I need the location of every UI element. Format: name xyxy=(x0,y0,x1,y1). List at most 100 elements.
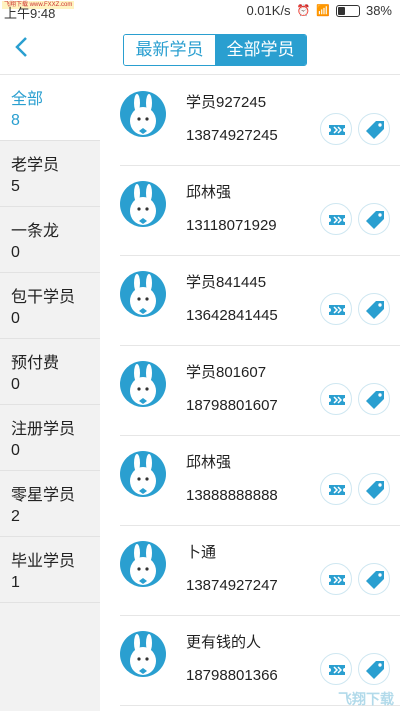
chevron-left-icon xyxy=(15,37,27,57)
sidebar-item-label: 老学员 xyxy=(11,157,60,174)
tab-latest-students[interactable]: 最新学员 xyxy=(124,35,215,65)
status-right: 0.01K/s ⏰ 📶 38% xyxy=(246,3,392,18)
download-site-watermark: 飞翔下载 xyxy=(338,691,394,707)
tag-button[interactable] xyxy=(358,563,390,595)
sidebar-item-registered[interactable]: 注册学员 0 xyxy=(0,405,100,471)
student-phone: 18798801366 xyxy=(186,667,278,684)
ticket-button[interactable] xyxy=(320,293,352,325)
alpaca-avatar-icon xyxy=(130,184,156,225)
student-phone: 13874927247 xyxy=(186,577,278,594)
avatar xyxy=(120,181,166,227)
alpaca-avatar-icon xyxy=(130,364,156,405)
sidebar-item-count: 1 xyxy=(11,574,20,591)
alpaca-avatar-icon xyxy=(130,634,156,675)
avatar xyxy=(120,361,166,407)
sidebar-item-count: 0 xyxy=(11,376,20,393)
back-button[interactable] xyxy=(10,34,36,60)
list-item[interactable]: 邱林强 13118071929 xyxy=(120,165,400,256)
ticket-icon xyxy=(329,665,345,675)
tag-button[interactable] xyxy=(358,653,390,685)
sidebar-item-count: 5 xyxy=(11,178,20,195)
header: 最新学员 全部学员 xyxy=(0,22,400,75)
sidebar-item-prepaid[interactable]: 预付费 0 xyxy=(0,339,100,405)
net-speed: 0.01K/s xyxy=(246,3,291,18)
alpaca-avatar-icon xyxy=(130,454,156,495)
tag-button[interactable] xyxy=(358,383,390,415)
category-sidebar: 全部 8 老学员 5 一条龙 0 包干学员 0 预付费 0 注册学员 0 零星学… xyxy=(0,75,100,711)
alpaca-avatar-icon xyxy=(130,544,156,585)
sidebar-item-count: 0 xyxy=(11,442,20,459)
sidebar-item-old-students[interactable]: 老学员 5 xyxy=(0,141,100,207)
tag-icon xyxy=(366,301,384,319)
ticket-button[interactable] xyxy=(320,203,352,235)
sidebar-item-package[interactable]: 包干学员 0 xyxy=(0,273,100,339)
student-phone: 13874927245 xyxy=(186,127,278,144)
tag-button[interactable] xyxy=(358,473,390,505)
sidebar-item-count: 0 xyxy=(11,310,20,327)
battery-icon xyxy=(335,4,360,17)
sidebar-item-occasional[interactable]: 零星学员 2 xyxy=(0,471,100,537)
list-item[interactable]: 卜通 13874927247 xyxy=(120,525,400,616)
student-name: 卜通 xyxy=(186,544,217,561)
ticket-icon xyxy=(329,575,345,585)
student-name: 学员841445 xyxy=(186,274,267,291)
sidebar-item-all[interactable]: 全部 8 xyxy=(0,75,100,141)
sidebar-item-count: 0 xyxy=(11,244,20,261)
list-item[interactable]: 邱林强 13888888888 xyxy=(120,435,400,526)
tag-button[interactable] xyxy=(358,113,390,145)
student-filter-tabs: 最新学员 全部学员 xyxy=(123,34,307,66)
ticket-button[interactable] xyxy=(320,653,352,685)
sidebar-item-label: 毕业学员 xyxy=(11,553,76,570)
ticket-button[interactable] xyxy=(320,473,352,505)
sidebar-item-count: 2 xyxy=(11,508,20,525)
avatar xyxy=(120,451,166,497)
tag-icon xyxy=(366,391,384,409)
student-phone: 13642841445 xyxy=(186,307,278,324)
alarm-icon: ⏰ xyxy=(296,5,311,17)
status-bar: 飞翔下载 www.FXXZ.com 上午9:48 0.01K/s ⏰ 📶 38% xyxy=(0,0,400,22)
tag-button[interactable] xyxy=(358,293,390,325)
tag-button[interactable] xyxy=(358,203,390,235)
tag-icon xyxy=(366,121,384,139)
ticket-icon xyxy=(329,305,345,315)
ticket-button[interactable] xyxy=(320,113,352,145)
sidebar-item-label: 全部 xyxy=(11,91,44,108)
sidebar-item-label: 零星学员 xyxy=(11,487,76,504)
sidebar-item-label: 预付费 xyxy=(11,355,60,372)
sidebar-item-label: 一条龙 xyxy=(11,223,60,240)
alpaca-avatar-icon xyxy=(130,94,156,135)
list-item[interactable]: 学员927245 13874927245 xyxy=(120,75,400,166)
sidebar-item-one-stop[interactable]: 一条龙 0 xyxy=(0,207,100,273)
sidebar-item-graduated[interactable]: 毕业学员 1 xyxy=(0,537,100,603)
wifi-icon: 📶 xyxy=(316,5,330,17)
ticket-icon xyxy=(329,395,345,405)
ticket-icon xyxy=(329,125,345,135)
ticket-icon xyxy=(329,485,345,495)
avatar xyxy=(120,541,166,587)
ticket-button[interactable] xyxy=(320,563,352,595)
tag-icon xyxy=(366,211,384,229)
tab-all-students[interactable]: 全部学员 xyxy=(215,35,306,65)
sidebar-item-label: 包干学员 xyxy=(11,289,76,306)
list-item[interactable]: 学员801607 18798801607 xyxy=(120,345,400,436)
battery-level: 38% xyxy=(365,3,392,18)
student-name: 学员801607 xyxy=(186,364,267,381)
student-name: 邱林强 xyxy=(186,454,232,471)
ticket-icon xyxy=(329,215,345,225)
sidebar-item-label: 注册学员 xyxy=(11,421,76,438)
status-time: 上午9:48 xyxy=(4,6,56,21)
avatar xyxy=(120,271,166,317)
student-phone: 18798801607 xyxy=(186,397,278,414)
student-name: 学员927245 xyxy=(186,94,267,111)
student-list: 学员927245 13874927245 邱林强 13118071929 学员8… xyxy=(100,75,400,711)
tag-icon xyxy=(366,661,384,679)
ticket-button[interactable] xyxy=(320,383,352,415)
sidebar-item-count: 8 xyxy=(11,112,20,129)
student-phone: 13118071929 xyxy=(186,217,277,234)
student-name: 邱林强 xyxy=(186,184,232,201)
alpaca-avatar-icon xyxy=(130,274,156,315)
student-name: 更有钱的人 xyxy=(186,634,262,651)
tag-icon xyxy=(366,571,384,589)
list-item[interactable]: 学员841445 13642841445 xyxy=(120,255,400,346)
avatar xyxy=(120,91,166,137)
